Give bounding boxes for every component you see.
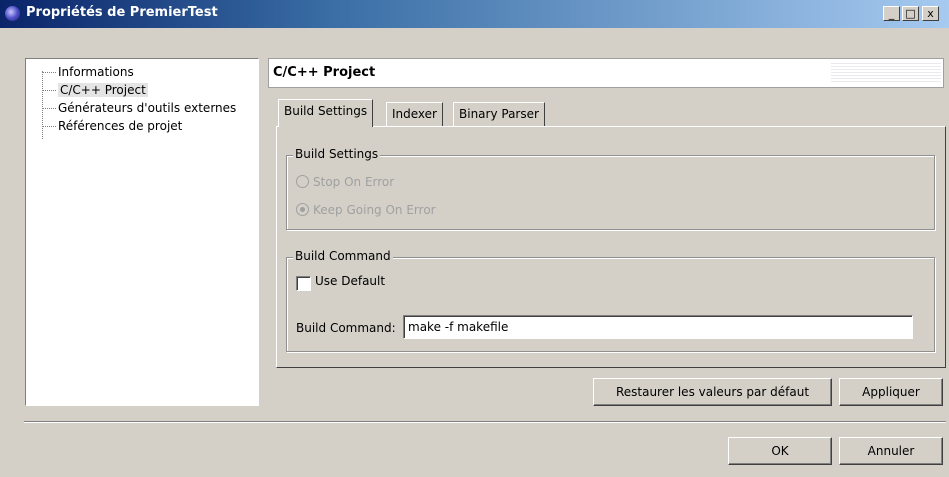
- tab-indexer[interactable]: Indexer: [386, 102, 443, 126]
- tree-item-label: Informations: [58, 65, 134, 79]
- use-default-label: Use Default: [315, 274, 386, 288]
- radio-indicator: [296, 203, 309, 216]
- window-title: Propriétés de PremierTest: [26, 5, 218, 20]
- radio-indicator: [296, 175, 309, 188]
- page-header: C/C++ Project: [268, 58, 944, 88]
- use-default-checkbox[interactable]: [296, 276, 311, 291]
- group-legend: Build Settings: [293, 147, 381, 161]
- tab-build-settings[interactable]: Build Settings: [278, 99, 374, 127]
- tree-item-informations[interactable]: Informations: [36, 63, 134, 81]
- ok-button[interactable]: OK: [728, 437, 832, 465]
- radio-stop-on-error[interactable]: Stop On Error: [296, 173, 394, 191]
- tree-item-project-references[interactable]: Références de projet: [36, 117, 182, 135]
- header-decoration: [831, 63, 941, 83]
- tree-item-external-tool-builders[interactable]: Générateurs d'outils externes: [36, 99, 236, 117]
- radio-label: Keep Going On Error: [313, 203, 436, 217]
- minimize-button[interactable]: _: [883, 6, 900, 21]
- property-tree[interactable]: Informations C/C++ Project Générateurs d…: [25, 58, 259, 406]
- build-command-input[interactable]: [403, 315, 913, 339]
- tree-item-cpp-project[interactable]: C/C++ Project: [36, 81, 148, 99]
- group-legend: Build Command: [293, 249, 393, 263]
- tree-item-label: C/C++ Project: [58, 83, 148, 97]
- tree-item-label: Générateurs d'outils externes: [58, 101, 237, 115]
- restore-defaults-button[interactable]: Restaurer les valeurs par défaut: [593, 378, 832, 406]
- build-command-group: Build Command Use Default Build Command:: [286, 249, 935, 352]
- build-settings-group: Build Settings Stop On Error Keep Going …: [286, 147, 935, 230]
- page-title: C/C++ Project: [273, 65, 376, 80]
- cancel-button[interactable]: Annuler: [839, 437, 943, 465]
- eclipse-icon: [5, 6, 20, 21]
- tree-item-label: Références de projet: [58, 119, 183, 133]
- radio-keep-going-on-error[interactable]: Keep Going On Error: [296, 201, 436, 219]
- apply-button[interactable]: Appliquer: [839, 378, 943, 406]
- tab-panel-build-settings: Build Settings Stop On Error Keep Going …: [276, 126, 946, 368]
- separator: [24, 421, 946, 423]
- title-bar[interactable]: Propriétés de PremierTest _ □ x: [0, 0, 949, 28]
- maximize-button[interactable]: □: [902, 6, 919, 21]
- close-button[interactable]: x: [922, 6, 939, 21]
- radio-label: Stop On Error: [313, 175, 395, 189]
- build-command-label: Build Command:: [296, 321, 396, 335]
- tab-binary-parser[interactable]: Binary Parser: [453, 102, 545, 126]
